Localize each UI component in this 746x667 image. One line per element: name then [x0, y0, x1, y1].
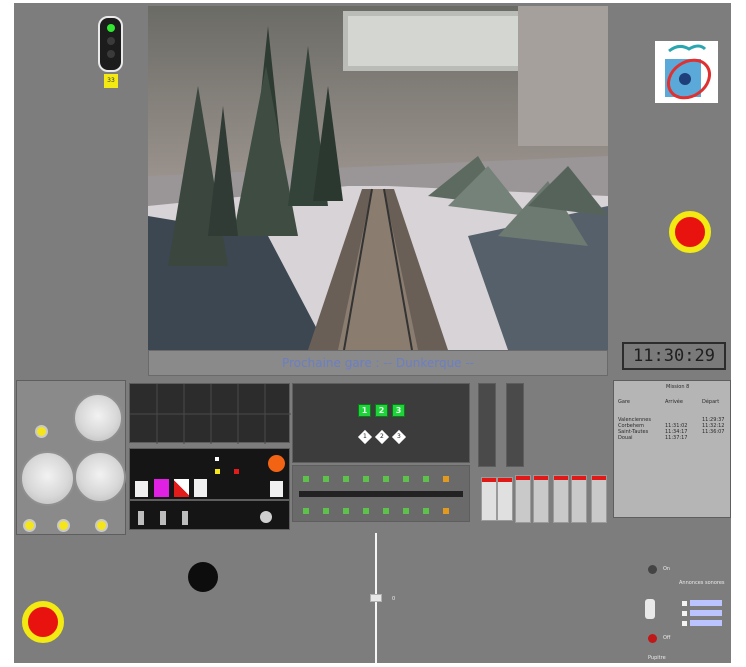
pressure-gauge-left: [20, 451, 75, 506]
indicator-lamp: [57, 519, 70, 532]
pupitre-key[interactable]: [645, 599, 655, 619]
lever-5[interactable]: [553, 475, 569, 523]
header-arrivee: Arrivée: [665, 399, 683, 405]
lever-3[interactable]: [515, 475, 531, 523]
off-label: Off: [663, 635, 671, 641]
checker-button[interactable]: [174, 479, 189, 497]
lever-6[interactable]: [571, 475, 587, 523]
pressure-gauge-right: [74, 451, 126, 503]
indicator-lamp: [95, 519, 108, 532]
option-bar: [690, 600, 722, 606]
speed-led: 2: [375, 404, 388, 417]
key-switch[interactable]: [260, 511, 272, 523]
status-led: [215, 457, 219, 461]
clock-display: 11:30:29: [622, 342, 726, 370]
gauges-panel: [16, 380, 126, 535]
switches-panel: [129, 500, 290, 530]
toggle-switch[interactable]: [160, 511, 166, 525]
toggle-switch[interactable]: [182, 511, 188, 525]
mission-title: Mission 8: [666, 384, 690, 390]
aux-indicator: 1: [357, 429, 373, 445]
indicator-lamp: [35, 425, 48, 438]
signal-icon: [98, 16, 123, 72]
speed-led: 3: [392, 404, 405, 417]
slot-column-right: [506, 383, 524, 467]
lamp-strip-panel: [292, 465, 470, 522]
toggle-switch[interactable]: [138, 511, 144, 525]
mission-schedule: Mission 8 Gare Arrivée Départ Valencienn…: [613, 380, 731, 518]
speed-gauge: [73, 393, 123, 443]
throttle-handle[interactable]: [370, 594, 382, 602]
off-indicator[interactable]: [648, 634, 657, 643]
header-depart: Départ: [702, 399, 720, 405]
speed-led: 1: [358, 404, 371, 417]
controls-panel: [129, 448, 290, 500]
on-indicator[interactable]: [648, 565, 657, 574]
emergency-stop-button-left[interactable]: [22, 601, 64, 643]
cab-simulator-window: 33 11:30:29 Prochaine gare: -- Dunkerqu…: [14, 3, 731, 663]
header-gare: Gare: [618, 399, 630, 405]
aux-indicator: 3: [391, 429, 407, 445]
throttle-value: 0: [392, 596, 396, 602]
orange-alarm-button[interactable]: [268, 455, 285, 472]
pupitre-label: Pupitre: [648, 655, 666, 661]
option-bar: [690, 620, 722, 626]
on-label: On: [663, 566, 671, 572]
emergency-stop-button-right[interactable]: [669, 211, 711, 253]
track-scene-image: [148, 6, 608, 350]
lever-1[interactable]: [481, 477, 497, 521]
status-grid-panel: [129, 383, 291, 444]
camera-view: [148, 6, 608, 350]
row-arrivee: 11:37:17: [665, 435, 688, 441]
status-led: [215, 469, 220, 474]
signal-plate: 33: [104, 74, 118, 88]
status-led: [234, 469, 239, 474]
option-checkbox[interactable]: [682, 611, 687, 616]
option-bar: [690, 610, 722, 616]
magenta-button[interactable]: [154, 479, 169, 497]
horn-button[interactable]: [188, 562, 218, 592]
next-station-banner: Prochaine gare : -- Dunkerque --: [148, 350, 608, 376]
logo: [655, 41, 718, 103]
mode-button[interactable]: [135, 481, 148, 497]
lever-2[interactable]: [497, 477, 513, 521]
speed-indicator-panel: 1 2 3 1 2 3: [292, 383, 470, 463]
indicator-lamp: [23, 519, 36, 532]
mode-button-2[interactable]: [194, 479, 207, 497]
option-checkbox[interactable]: [682, 621, 687, 626]
slot-column-left: [478, 383, 496, 467]
option-checkbox[interactable]: [682, 601, 687, 606]
row-depart: 11:36:07: [702, 429, 725, 435]
lever-7[interactable]: [591, 475, 607, 523]
options-title: Annonces sonores: [679, 580, 725, 586]
row-gare: Douai: [618, 435, 633, 441]
lever-4[interactable]: [533, 475, 549, 523]
st-button[interactable]: [270, 481, 283, 497]
aux-indicator: 2: [374, 429, 390, 445]
